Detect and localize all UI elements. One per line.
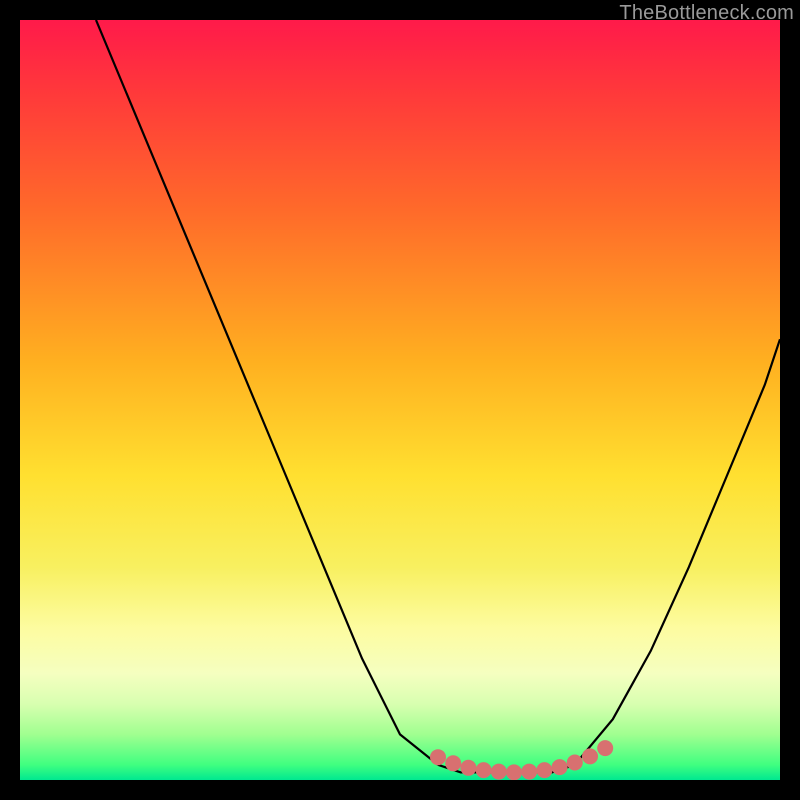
curve-left — [96, 20, 438, 765]
bead-point — [476, 762, 492, 778]
bead-point — [506, 764, 522, 780]
bead-group — [430, 740, 613, 780]
chart-frame: TheBottleneck.com — [0, 0, 800, 800]
bead-point — [552, 759, 568, 775]
bead-point — [597, 740, 613, 756]
bead-point — [460, 760, 476, 776]
bead-point — [582, 748, 598, 764]
plot-area — [20, 20, 780, 780]
bead-point — [521, 764, 537, 780]
bead-point — [491, 764, 507, 780]
curve-right — [575, 339, 780, 765]
bead-point — [536, 762, 552, 778]
bead-point — [567, 755, 583, 771]
curve-layer — [20, 20, 780, 780]
bead-point — [430, 749, 446, 765]
bead-point — [445, 755, 461, 771]
